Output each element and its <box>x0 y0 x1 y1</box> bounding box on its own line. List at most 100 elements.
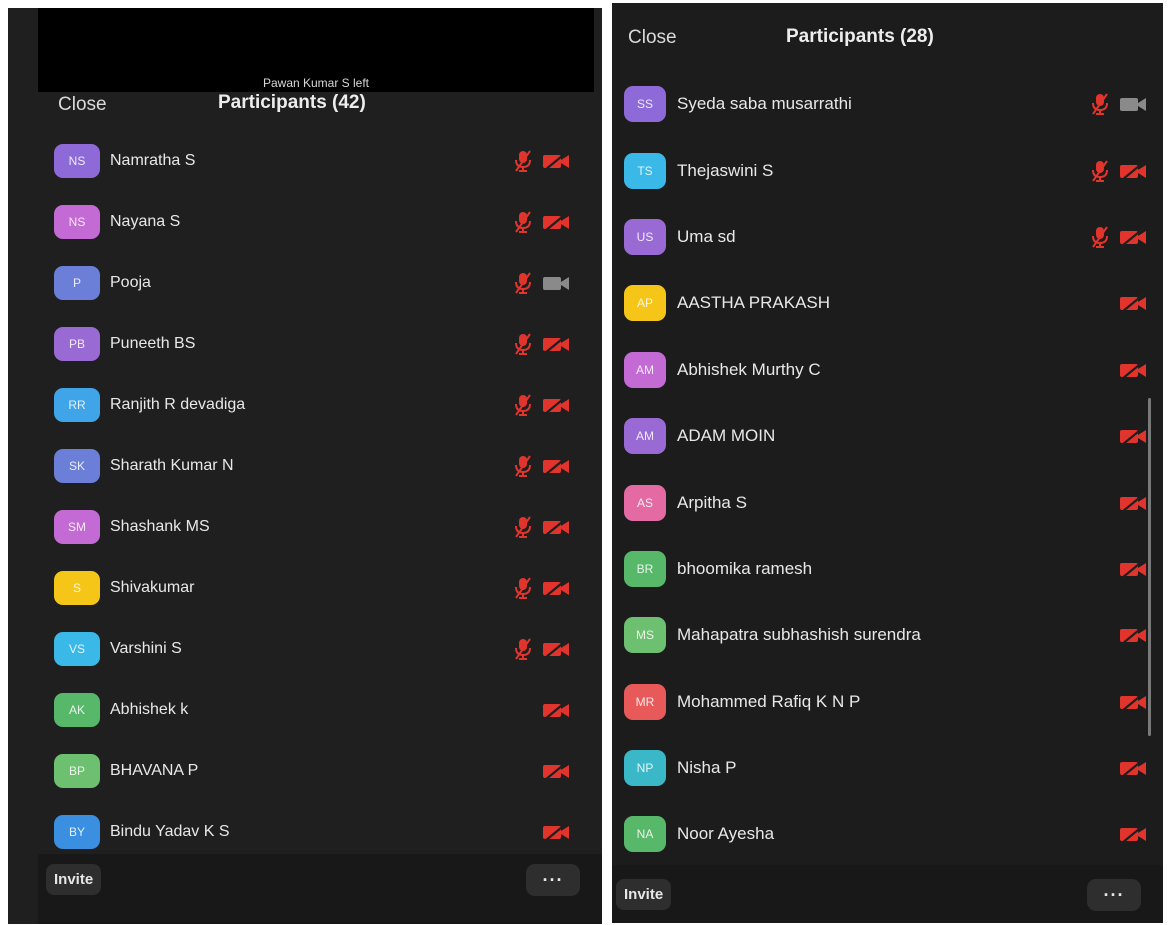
participant-name: Ranjith R devadiga <box>110 395 246 413</box>
mic-muted-icon <box>514 210 532 234</box>
participant-status-icons <box>1119 426 1147 446</box>
avatar: AP <box>624 285 666 322</box>
participant-row[interactable]: BR bhoomika ramesh <box>612 536 1163 602</box>
participant-row[interactable]: AM ADAM MOIN <box>612 403 1163 469</box>
participant-row[interactable]: RR Ranjith R devadiga <box>8 374 602 435</box>
participant-status-icons <box>514 637 570 661</box>
participant-row[interactable]: TS Thejaswini S <box>612 137 1163 203</box>
avatar: PB <box>54 326 100 361</box>
participant-row[interactable]: NP Nisha P <box>612 735 1163 801</box>
participants-panel-left: Pawan Kumar S left Close Participants (4… <box>8 8 602 924</box>
video-off-icon <box>1119 227 1147 247</box>
participant-row[interactable]: SK Sharath Kumar N <box>8 435 602 496</box>
mic-muted-icon <box>1091 159 1109 183</box>
video-off-icon <box>1119 160 1147 181</box>
participant-status-icons <box>1119 691 1147 712</box>
participant-row[interactable]: PB Puneeth BS <box>8 313 602 374</box>
panel-header: Close Participants (28) <box>612 21 1163 71</box>
participant-row[interactable]: VS Varshini S <box>8 618 602 679</box>
more-options-button[interactable]: ··· <box>526 864 580 896</box>
participant-row[interactable]: BY Bindu Yadav K S <box>8 801 602 862</box>
participant-name: Namratha S <box>110 151 196 169</box>
panel-title: Participants (42) <box>218 92 366 113</box>
invite-button[interactable]: Invite <box>616 879 672 910</box>
video-off-icon <box>542 150 570 171</box>
participant-row[interactable]: BP BHAVANA P <box>8 740 602 801</box>
participant-name: Nayana S <box>110 212 181 230</box>
participant-row[interactable]: AM Abhishek Murthy C <box>612 337 1163 403</box>
avatar: AM <box>624 351 666 388</box>
avatar: NP <box>624 750 666 787</box>
participant-row[interactable]: SS Syeda saba musarrathi <box>612 71 1163 137</box>
participant-name: Varshini S <box>110 639 182 657</box>
scrollbar[interactable] <box>1148 398 1151 736</box>
participant-name: Mohammed Rafiq K N P <box>677 691 861 711</box>
avatar: BR <box>624 550 666 587</box>
participant-row[interactable]: MR Mohammed Rafiq K N P <box>612 669 1163 735</box>
avatar: TS <box>624 152 666 189</box>
more-options-button[interactable]: ··· <box>1087 879 1141 911</box>
participant-status-icons <box>514 332 570 356</box>
mic-muted-icon <box>514 454 532 478</box>
video-off-icon <box>542 455 570 476</box>
participant-row[interactable]: MS Mahapatra subhashish surendra <box>612 602 1163 668</box>
participant-name: Shivakumar <box>110 578 195 596</box>
video-on-icon <box>1119 94 1147 114</box>
video-off-icon <box>542 211 570 232</box>
video-off-icon <box>542 577 570 598</box>
avatar: BY <box>54 814 100 849</box>
participant-row[interactable]: S Shivakumar <box>8 557 602 618</box>
participant-name: Pooja <box>110 273 151 291</box>
video-off-icon <box>1119 559 1147 579</box>
participant-row[interactable]: AS Arpitha S <box>612 469 1163 535</box>
mic-muted-icon <box>514 576 532 600</box>
mic-muted-icon <box>514 332 532 356</box>
participant-status-icons <box>1119 559 1147 579</box>
avatar: P <box>54 265 100 300</box>
participant-status-icons <box>1119 492 1147 513</box>
avatar: AK <box>54 692 100 727</box>
participant-row[interactable]: AP AASTHA PRAKASH <box>612 270 1163 336</box>
participant-name: Noor Ayesha <box>677 824 775 844</box>
participant-status-icons <box>1091 225 1147 249</box>
participant-list: SS Syeda saba musarrathi TS Thejaswini S US U… <box>612 71 1163 868</box>
participant-status-icons <box>514 271 570 295</box>
participant-row[interactable]: US Uma sd <box>612 204 1163 270</box>
participant-name: Nisha P <box>677 758 737 778</box>
close-button[interactable]: Close <box>628 27 677 49</box>
avatar: SM <box>54 509 100 544</box>
avatar: RR <box>54 387 100 422</box>
video-off-icon <box>1119 426 1147 446</box>
invite-button[interactable]: Invite <box>46 864 102 895</box>
close-button[interactable]: Close <box>58 94 107 116</box>
participant-name: Mahapatra subhashish surendra <box>677 625 921 645</box>
avatar: S <box>54 570 100 605</box>
participant-status-icons <box>1119 625 1147 646</box>
participant-row[interactable]: P Pooja <box>8 252 602 313</box>
avatar: NS <box>54 204 100 239</box>
participant-name: Arpitha S <box>677 492 747 512</box>
participant-status-icons <box>1091 92 1147 116</box>
panel-footer: Invite ··· <box>38 854 602 924</box>
participant-row[interactable]: NA Noor Ayesha <box>612 801 1163 867</box>
participant-status-icons <box>514 149 570 173</box>
video-off-icon <box>542 638 570 659</box>
participant-name: AASTHA PRAKASH <box>677 293 831 313</box>
participant-row[interactable]: NS Nayana S <box>8 191 602 252</box>
avatar: US <box>624 218 666 255</box>
participant-name: ADAM MOIN <box>677 426 776 446</box>
participant-status-icons <box>514 576 570 600</box>
avatar: NS <box>54 143 100 178</box>
mic-muted-icon <box>514 393 532 417</box>
video-off-icon <box>542 760 570 781</box>
mic-muted-icon <box>514 149 532 173</box>
participant-name: Shashank MS <box>110 517 210 535</box>
participant-row[interactable]: SM Shashank MS <box>8 496 602 557</box>
participant-status-icons <box>1119 758 1147 778</box>
participant-row[interactable]: NS Namratha S <box>8 130 602 191</box>
participant-status-icons <box>514 393 570 417</box>
participant-row[interactable]: AK Abhishek k <box>8 679 602 740</box>
participant-status-icons <box>1119 824 1147 845</box>
participant-name: Uma sd <box>677 226 736 246</box>
participant-status-icons <box>1091 159 1147 183</box>
